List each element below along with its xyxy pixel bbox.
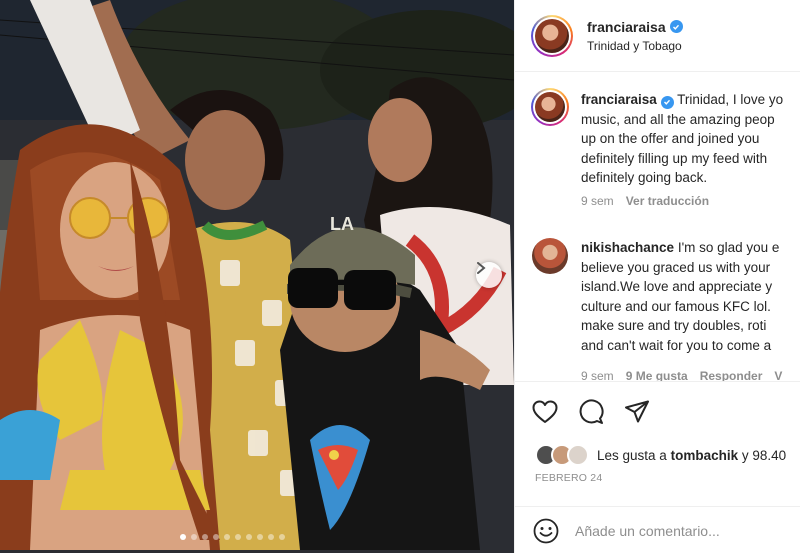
post-date[interactable]: FEBRERO 24 (535, 472, 602, 484)
caption-line: up on the offer and joined you (581, 131, 760, 146)
share-icon (625, 400, 649, 423)
caption-line: definitely going back. (581, 170, 708, 185)
carousel-next-button[interactable] (476, 262, 502, 288)
view-replies-link[interactable]: V (774, 367, 782, 381)
likes-prefix: Les gusta a (597, 447, 667, 463)
post-actions: Les gusta a tombachik y 98.40 FEBRERO 24 (515, 381, 800, 553)
post-photo[interactable]: LA (0, 0, 514, 553)
carousel-dot (235, 534, 241, 540)
carousel-dot (279, 534, 285, 540)
caption-username[interactable]: franciaraisa (581, 92, 657, 107)
translate-link[interactable]: Ver traducción (626, 192, 709, 212)
author-avatar[interactable] (531, 14, 573, 57)
comments-list[interactable]: franciaraisa Trinidad, I love yo music, … (515, 72, 800, 381)
caption-time[interactable]: 9 sem (581, 192, 614, 212)
likes-suffix[interactable]: y 98.40 (742, 448, 786, 463)
caption-line: Trinidad, I love yo (677, 92, 784, 107)
like-button[interactable] (531, 398, 559, 426)
author-username[interactable]: franciaraisa (587, 19, 666, 35)
caption-line: music, and all the amazing peop (581, 111, 775, 127)
comment-button[interactable] (577, 398, 605, 426)
reply-button[interactable]: Responder (700, 367, 763, 381)
comment-input[interactable] (575, 522, 795, 539)
comment-line: believe you graced us with your (581, 259, 771, 275)
heart-icon (532, 400, 558, 423)
post-side-panel: franciaraisa Trinidad y Tobago franciara… (514, 0, 800, 553)
commenter-username[interactable]: nikishachance (581, 240, 674, 255)
carousel-dot (268, 534, 274, 540)
verified-badge-icon (669, 20, 683, 33)
carousel-dot (257, 534, 263, 540)
comment-icon (579, 399, 604, 424)
share-button[interactable] (623, 398, 651, 426)
post-header: franciaraisa Trinidad y Tobago (515, 0, 800, 72)
carousel-dot (202, 534, 208, 540)
carousel-dot (213, 534, 219, 540)
chevron-right-icon (477, 262, 486, 274)
comment-composer (515, 506, 800, 553)
post-location[interactable]: Trinidad y Tobago (587, 39, 683, 53)
emoji-icon[interactable] (533, 518, 559, 544)
photo-illustration: LA (0, 0, 514, 553)
comment-line: culture and our famous KFC lol. (581, 298, 771, 314)
comment-line: and can't wait for you to come a (581, 337, 772, 353)
comment-likes[interactable]: 9 Me gusta (626, 367, 688, 381)
comment-line: I'm so glad you e (677, 240, 780, 255)
likes-summary: Les gusta a tombachik y 98.40 (535, 444, 786, 466)
caption-line: definitely filling up my feed with (581, 150, 768, 166)
carousel-dot (246, 534, 252, 540)
verified-badge-icon (660, 95, 674, 109)
carousel-dot (191, 534, 197, 540)
caption-avatar[interactable] (531, 88, 569, 126)
caption-item: franciaraisa Trinidad, I love yo music, … (531, 88, 783, 211)
comment-line: island.We love and appreciate y (581, 279, 773, 294)
liker-avatars[interactable] (535, 444, 589, 466)
likes-user[interactable]: tombachik (671, 448, 739, 463)
comment-time[interactable]: 9 sem (581, 367, 614, 381)
cap-logo: LA (330, 214, 354, 234)
comment-item: nikishachance I'm so glad you e believe … (531, 238, 782, 381)
commenter-avatar[interactable] (532, 238, 568, 274)
carousel-dot (224, 534, 230, 540)
carousel-indicator (180, 534, 285, 540)
carousel-dot (180, 534, 186, 540)
comment-line: make sure and try doubles, roti (581, 318, 767, 333)
